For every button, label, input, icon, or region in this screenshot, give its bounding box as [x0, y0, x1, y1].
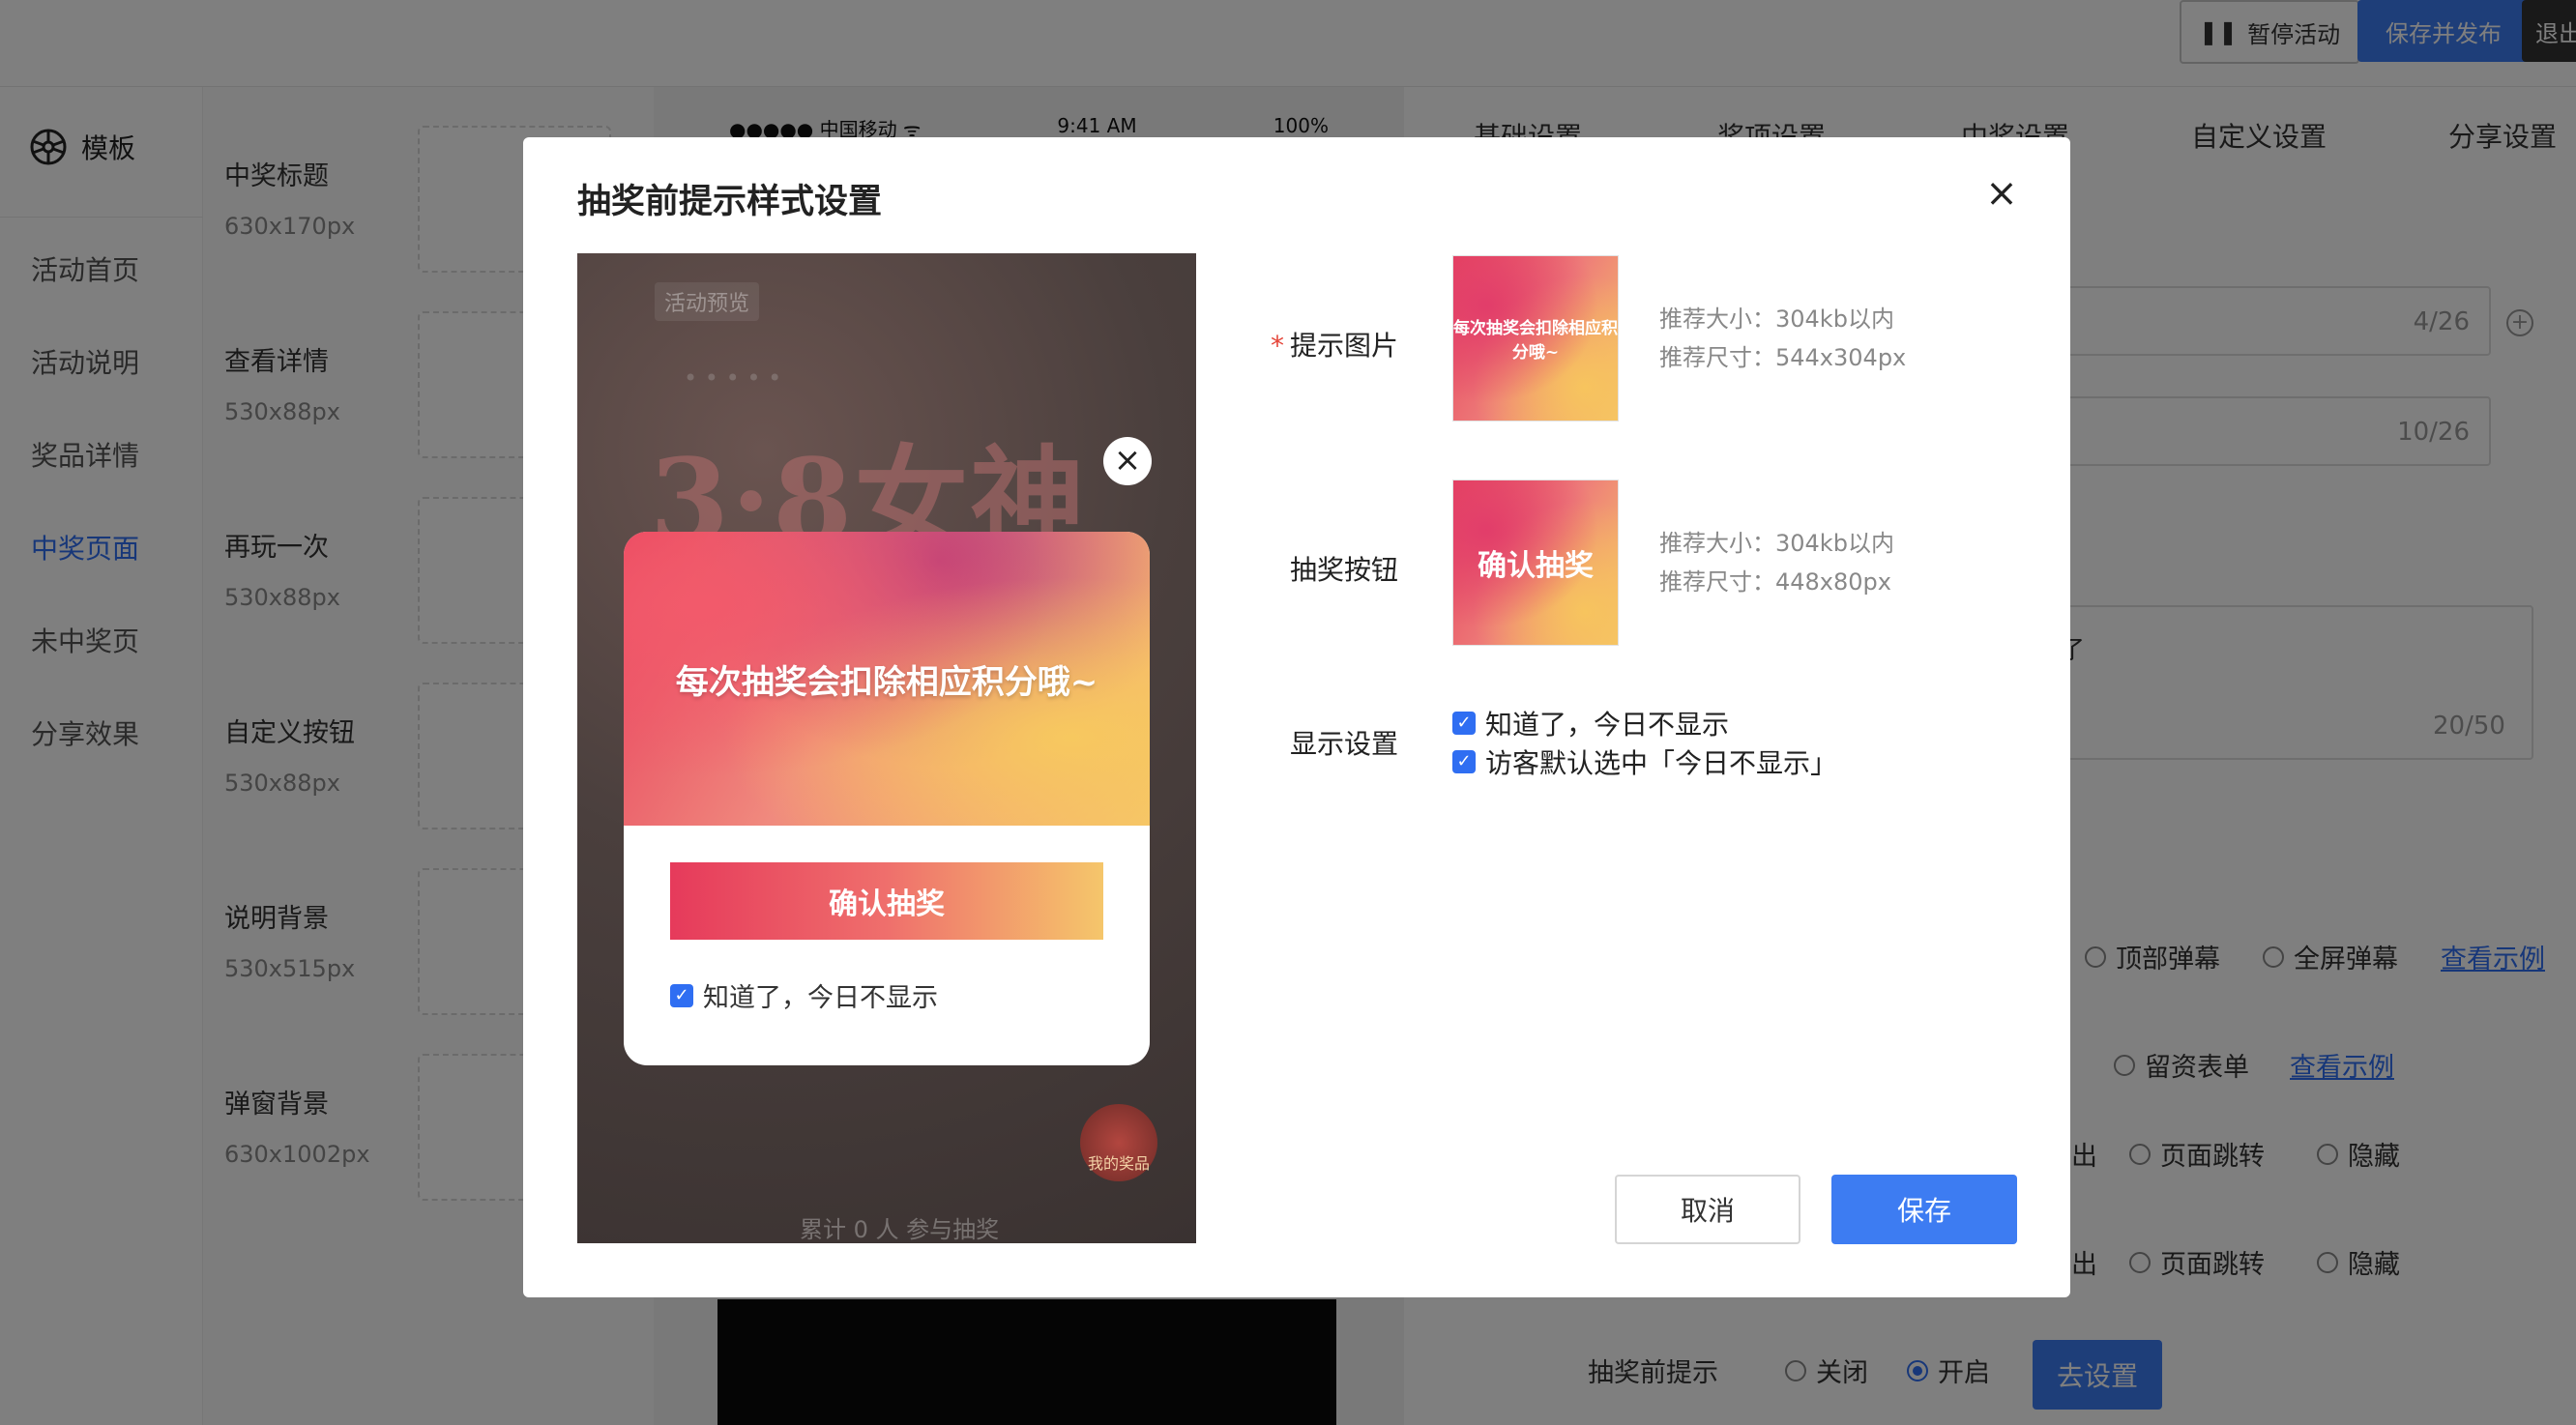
- close-icon[interactable]: ×: [1982, 174, 2021, 213]
- tip-popup-image: 每次抽奖会扣除相应积分哦~: [624, 532, 1150, 826]
- checkbox-checked-icon[interactable]: ✓: [1452, 750, 1476, 773]
- checkbox-checked-icon[interactable]: ✓: [1452, 712, 1476, 735]
- preview-bottom-text: 累计 0 人 参与抽奖: [800, 1216, 1000, 1243]
- preview-subtitle: • • • • •: [684, 364, 782, 392]
- tip-image-hint: 推荐大小：304kb以内 推荐尺寸：544x304px: [1659, 305, 1907, 371]
- display-opt-dont-show-today[interactable]: ✓ 知道了，今日不显示: [1452, 704, 1729, 742]
- draw-button-hint: 推荐大小：304kb以内 推荐尺寸：448x80px: [1659, 530, 1894, 596]
- required-mark: *: [1270, 330, 1284, 362]
- my-prize-icon: 我的奖品: [1080, 1104, 1157, 1181]
- draw-button-label: 抽奖按钮: [1289, 554, 1398, 586]
- tip-image-label: * 提示图片: [1270, 330, 1398, 362]
- modal-title: 抽奖前提示样式设置: [577, 183, 883, 221]
- draw-button-upload[interactable]: 确认抽奖: [1452, 480, 1619, 646]
- checkbox-checked-icon[interactable]: ✓: [670, 983, 693, 1007]
- cancel-button[interactable]: 取消: [1615, 1175, 1800, 1244]
- save-button[interactable]: 保存: [1831, 1175, 2017, 1244]
- preview-phone: 活动预览 • • • • • 3·8女神节 累计 0 人 参与抽奖 我的奖品 ×…: [577, 253, 1196, 1243]
- display-opt-default-selected[interactable]: ✓ 访客默认选中「今日不显示」: [1452, 742, 1837, 781]
- display-settings-label: 显示设置: [1289, 728, 1398, 760]
- confirm-draw-button[interactable]: 确认抽奖: [670, 862, 1103, 940]
- preview-tag: 活动预览: [655, 282, 760, 321]
- tip-image-upload[interactable]: 每次抽奖会扣除相应积分哦~: [1452, 255, 1619, 422]
- tip-popup: 每次抽奖会扣除相应积分哦~ 确认抽奖 ✓ 知道了，今日不显示: [624, 532, 1150, 1065]
- popup-close-icon[interactable]: ×: [1103, 437, 1152, 485]
- dont-show-today-checkbox[interactable]: ✓ 知道了，今日不显示: [670, 976, 938, 1014]
